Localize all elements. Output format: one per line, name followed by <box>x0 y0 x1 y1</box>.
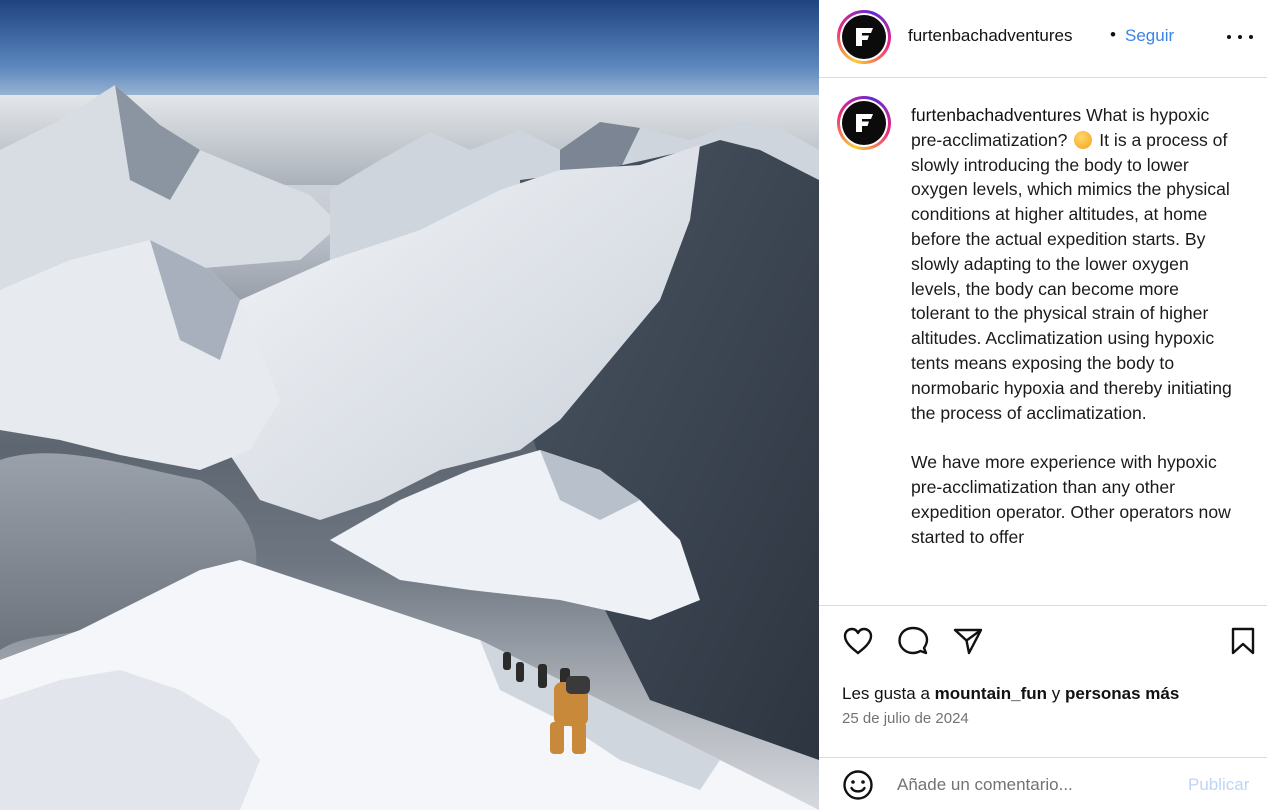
header-separator: • <box>1110 25 1116 44</box>
emoji-icon[interactable] <box>842 769 874 801</box>
post-photo[interactable] <box>0 0 819 810</box>
caption-paragraph-2: We have more experience with hypoxic pre… <box>911 452 1231 547</box>
header-avatar[interactable] <box>837 10 891 64</box>
comment-icon[interactable] <box>897 626 929 656</box>
brand-logo-icon <box>856 28 873 46</box>
header-username[interactable]: furtenbachadventures <box>908 26 1072 46</box>
post-caption: furtenbachadventures What is hypoxic pre… <box>911 103 1241 549</box>
comment-bar: Publicar <box>819 757 1267 810</box>
more-options-icon[interactable] <box>1227 27 1253 47</box>
caption-area: furtenbachadventures What is hypoxic pre… <box>819 79 1267 605</box>
likes-prefix: Les gusta a <box>842 684 930 703</box>
caption-username[interactable]: furtenbachadventures <box>911 105 1081 125</box>
likes-others-link[interactable]: personas más <box>1065 684 1179 703</box>
likes-user-link[interactable]: mountain_fun <box>935 684 1047 703</box>
likes-connector: y <box>1051 684 1061 703</box>
mountain-photo-illustration <box>0 0 819 810</box>
caption-paragraph-1: It is a process of slowly introducing th… <box>911 129 1232 423</box>
follow-button[interactable]: Seguir <box>1125 26 1174 46</box>
post-header: furtenbachadventures • Seguir <box>819 0 1267 78</box>
share-icon[interactable] <box>952 626 984 656</box>
caption-avatar[interactable] <box>837 96 891 150</box>
heart-icon[interactable] <box>842 626 874 656</box>
brand-logo-icon <box>856 114 873 132</box>
comment-input[interactable] <box>897 772 1177 798</box>
post-panel: furtenbachadventures • Seguir furtenbach… <box>819 0 1267 810</box>
publish-button[interactable]: Publicar <box>1188 775 1249 795</box>
bookmark-icon[interactable] <box>1230 626 1256 656</box>
likes-text: Les gusta a mountain_fun y personas más <box>842 684 1179 704</box>
post-date[interactable]: 25 de julio de 2024 <box>842 710 969 727</box>
thinking-face-emoji-icon <box>1074 130 1093 149</box>
